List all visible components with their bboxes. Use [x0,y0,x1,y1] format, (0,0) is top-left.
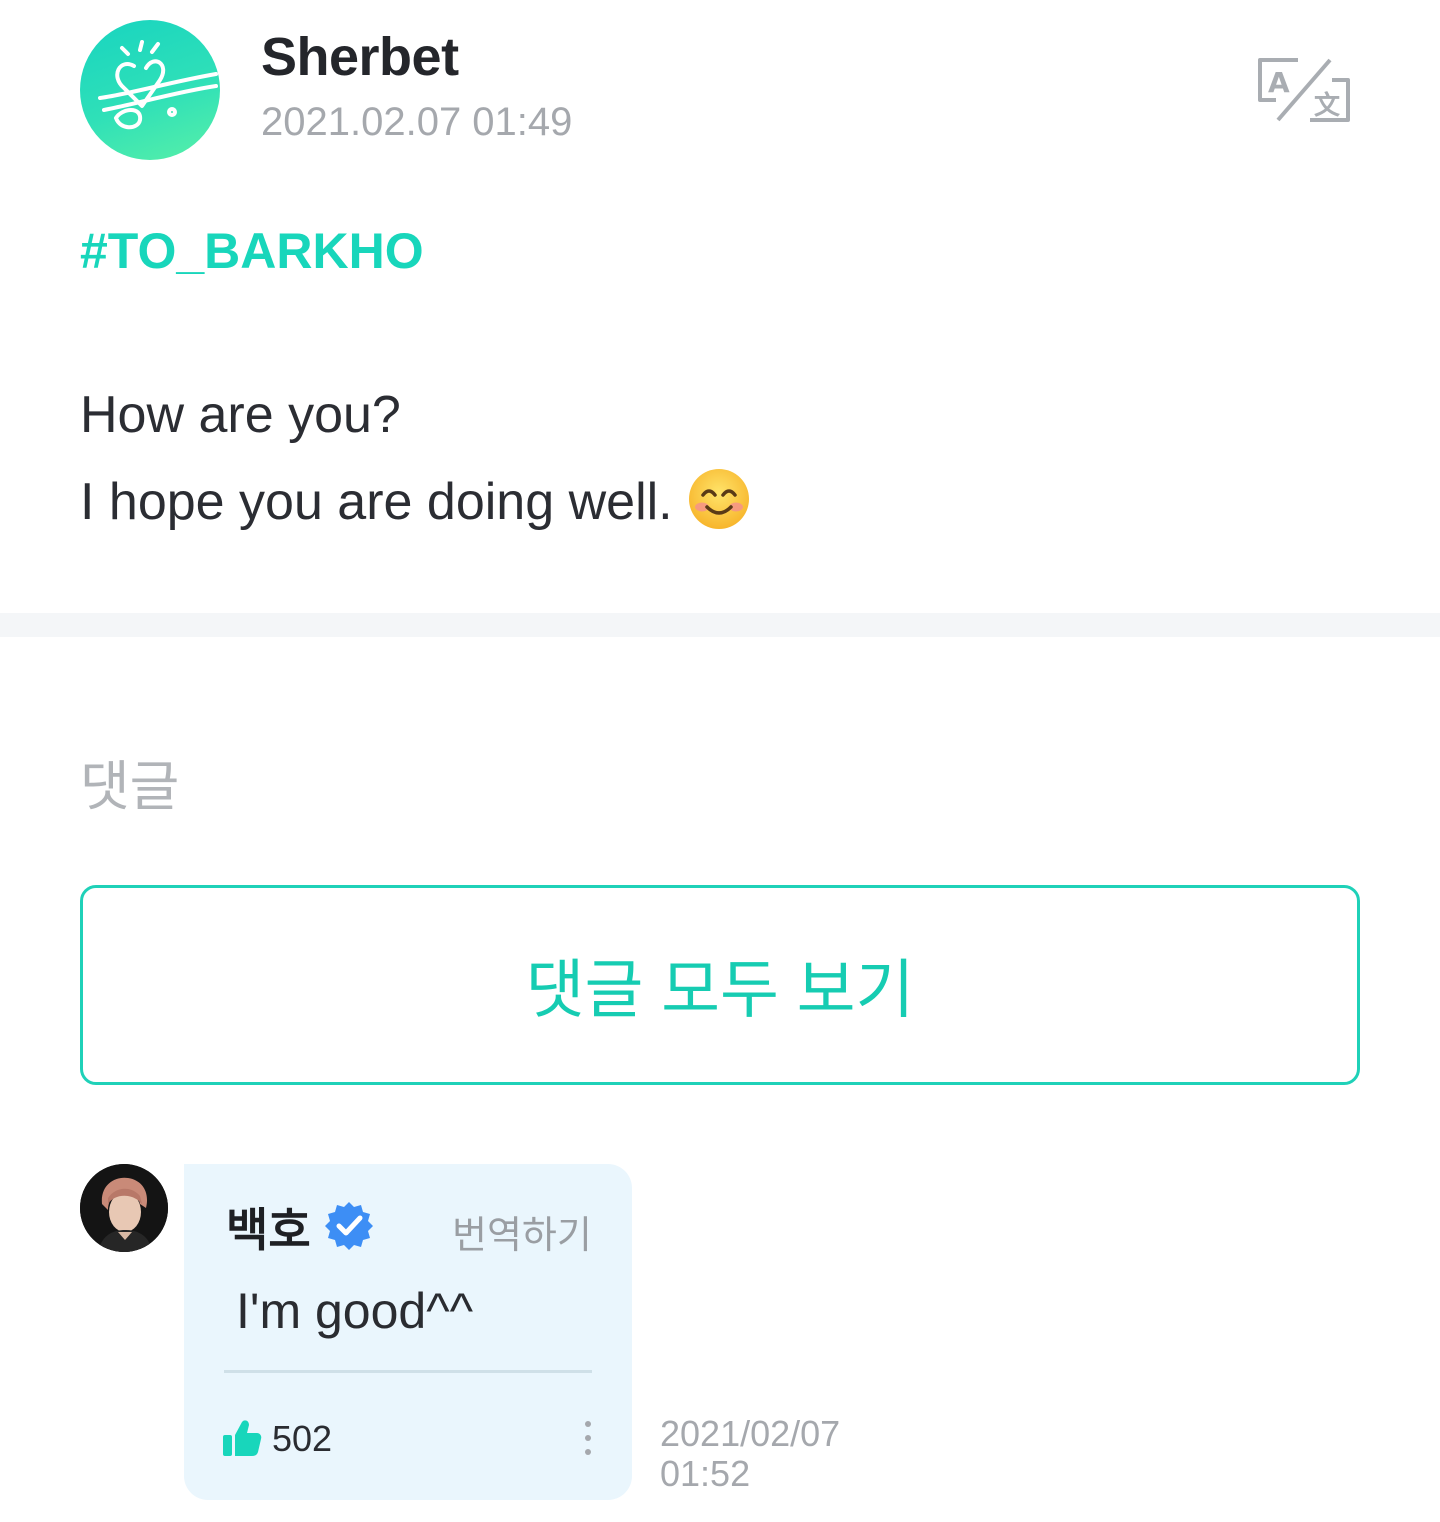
like-count: 502 [272,1418,333,1459]
post-hashtag[interactable]: #TO_BARKHO [80,222,424,280]
sherbet-logo-icon[interactable] [80,20,220,160]
translate-comment-button[interactable]: 번역하기 [452,1204,592,1259]
post-body-line: How are you? [80,386,401,444]
post-detail-page: Sherbet 2021.02.07 01:49 A 文 #TO_BARKHO … [0,0,1440,1522]
comment-card: 백호 번역하기 I'm good^^ 502 [184,1164,632,1500]
comment-card-divider [224,1370,592,1373]
svg-text:文: 文 [1314,90,1341,121]
post-timestamp: 2021.02.07 01:49 [261,100,573,144]
comment-date: 2021/02/07 [660,1413,841,1454]
svg-text:A: A [1268,66,1290,99]
comment-timestamp: 2021/02/07 01:52 [660,1414,840,1494]
verified-badge-icon [324,1200,374,1250]
smiling-face-icon [687,467,751,531]
post-body-line-with-emoji: I hope you are doing well. [80,467,751,532]
more-vertical-icon[interactable] [578,1418,598,1458]
post-body-text: I hope you are doing well. [80,473,673,531]
view-all-comments-button[interactable]: 댓글 모두 보기 [80,885,1360,1085]
comment-time: 01:52 [660,1453,751,1494]
author-name[interactable]: Sherbet [261,26,459,88]
comment-text: I'm good^^ [236,1283,474,1339]
commenter-name[interactable]: 백호 [226,1194,311,1260]
translate-icon[interactable]: A 文 [1254,56,1354,126]
commenter-avatar[interactable] [80,1164,168,1252]
thumbs-up-icon[interactable] [222,1418,262,1458]
section-divider [0,613,1440,637]
comments-section-title: 댓글 [80,757,180,817]
